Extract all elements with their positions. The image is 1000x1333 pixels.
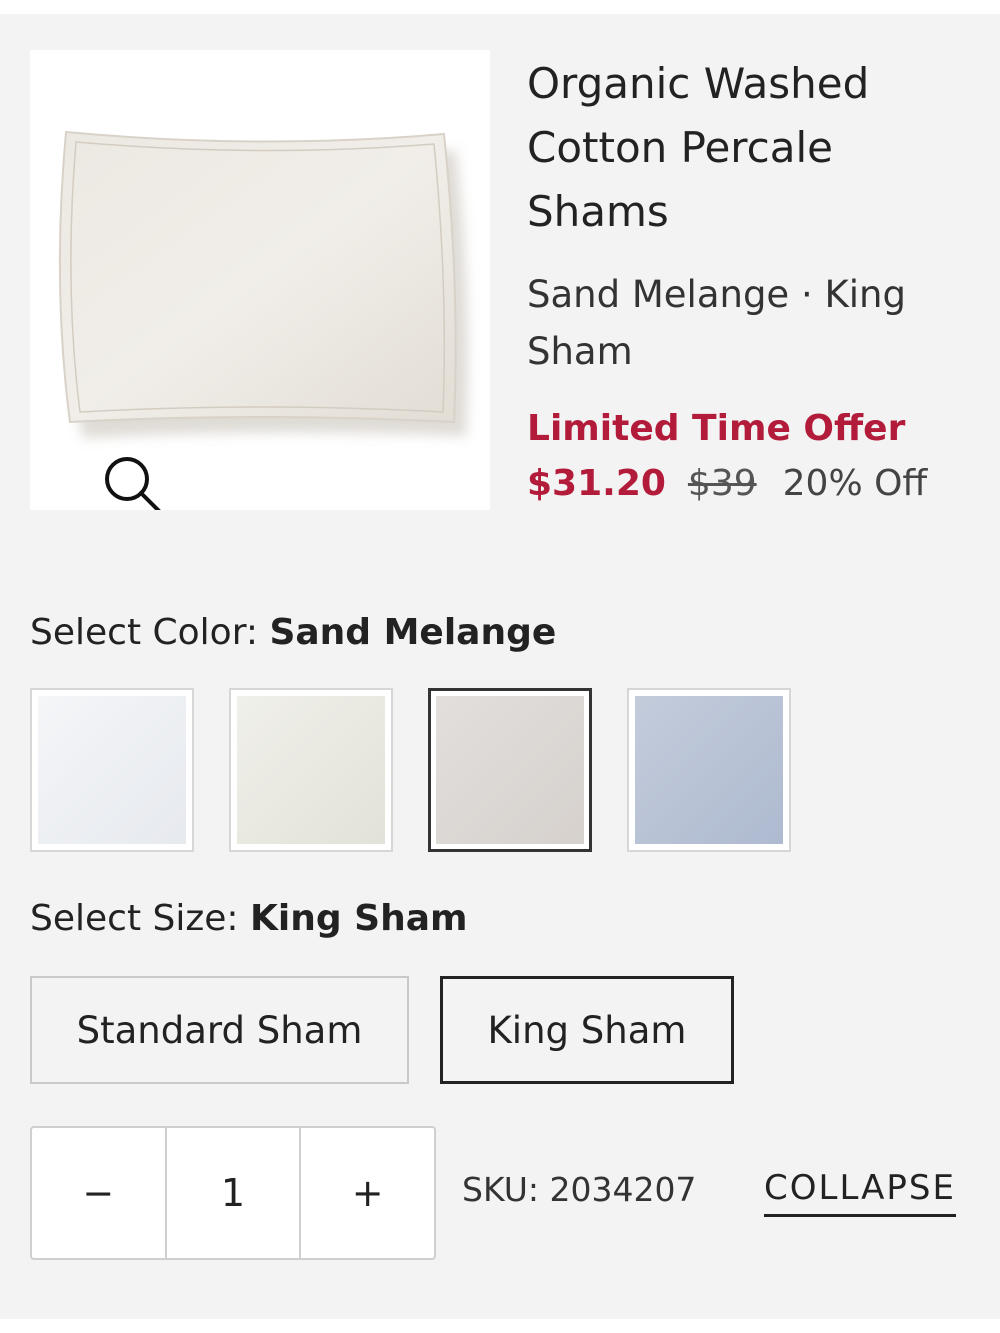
discount-label: 20% Off xyxy=(782,463,928,504)
quantity-input[interactable]: 1 xyxy=(164,1128,300,1258)
swatch-fill xyxy=(635,696,783,844)
color-swatch-2[interactable] xyxy=(229,688,393,852)
size-option-king-sham[interactable]: King Sham xyxy=(440,976,734,1084)
color-swatch-3[interactable] xyxy=(428,688,592,852)
size-label: Select Size: xyxy=(30,898,239,939)
size-selection-label: Select Size: King Sham xyxy=(30,898,468,939)
swatch-fill xyxy=(38,696,186,844)
promo-label: Limited Time Offer xyxy=(527,408,906,449)
sale-price: $31.20 xyxy=(527,463,666,504)
selected-color: Sand Melange xyxy=(269,612,557,653)
collapse-link[interactable]: COLLAPSE xyxy=(764,1168,956,1217)
color-swatch-4[interactable] xyxy=(627,688,791,852)
product-image[interactable] xyxy=(30,50,490,510)
increment-button[interactable]: + xyxy=(299,1128,434,1258)
swatch-fill xyxy=(436,696,584,844)
swatch-fill xyxy=(237,696,385,844)
sku-text: SKU: 2034207 xyxy=(462,1170,697,1209)
zoom-icon[interactable] xyxy=(100,452,170,510)
selected-size: King Sham xyxy=(249,898,468,939)
color-swatch-1[interactable] xyxy=(30,688,194,852)
color-label: Select Color: xyxy=(30,612,258,653)
pillow-illustration xyxy=(58,130,468,438)
price-row: $31.20 $39 20% Off xyxy=(527,463,927,504)
product-variant: Sand Melange · King Sham xyxy=(527,273,906,373)
decrement-button[interactable]: − xyxy=(32,1128,165,1258)
size-option-standard-sham[interactable]: Standard Sham xyxy=(30,976,409,1084)
quantity-stepper: − 1 + xyxy=(30,1126,436,1260)
color-selection-label: Select Color: Sand Melange xyxy=(30,612,556,653)
product-title: Organic Washed Cotton Percale Shams xyxy=(527,59,870,236)
original-price: $39 xyxy=(687,463,757,504)
